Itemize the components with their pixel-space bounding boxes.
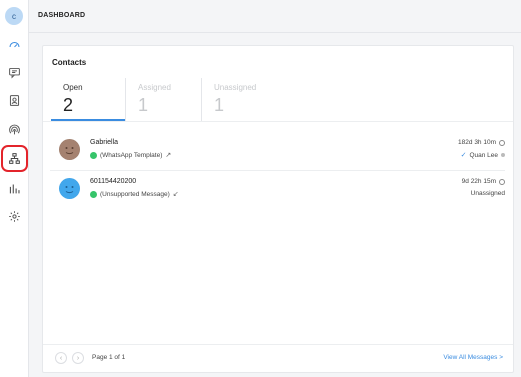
pagination-footer: ‹ › Page 1 of 1 View All Messages > — [43, 344, 513, 372]
prev-page-button[interactable]: ‹ — [55, 352, 67, 364]
user-avatar[interactable]: c — [5, 7, 23, 25]
speedometer-icon[interactable] — [5, 35, 23, 53]
page-title: DASHBOARD — [38, 12, 86, 19]
clock-icon — [499, 178, 505, 185]
row-divider — [50, 170, 505, 171]
contact-assignee: Unassigned — [471, 190, 505, 197]
top-bar: DASHBOARD — [29, 0, 521, 33]
outgoing-arrow-icon: ↗ — [165, 152, 172, 159]
broadcast-icon[interactable] — [5, 120, 23, 138]
contact-row[interactable]: Gabriella (WhatsApp Template) ↗ 182d 3h … — [50, 134, 505, 170]
assignee-text: Quan Lee — [469, 151, 498, 159]
message-text: (Unsupported Message) — [100, 190, 170, 198]
contact-last-message: (Unsupported Message) ↙ — [90, 190, 179, 198]
tab-open-label: Open — [63, 83, 83, 92]
bar-chart-icon[interactable] — [5, 179, 23, 197]
contact-avatar — [59, 139, 80, 160]
tab-assigned[interactable]: Assigned 1 — [126, 78, 201, 121]
whatsapp-icon — [90, 190, 97, 198]
assignee-text: Unassigned — [470, 190, 505, 197]
view-all-messages-link[interactable]: View All Messages > — [443, 354, 503, 361]
contact-assignee: ✓ Quan Lee — [461, 151, 505, 159]
contact-avatar — [59, 178, 80, 199]
sidebar: c — [0, 0, 29, 377]
status-dot-icon — [501, 153, 505, 157]
message-text: (WhatsApp Template) — [100, 151, 163, 159]
workflow-icon[interactable] — [5, 149, 23, 167]
tab-unassigned-count: 1 — [214, 95, 225, 115]
contact-card-icon[interactable] — [5, 91, 23, 109]
whatsapp-icon — [90, 151, 97, 159]
tab-open-count: 2 — [63, 95, 74, 115]
contact-row[interactable]: 601154420200 (Unsupported Message) ↙ 9d … — [50, 173, 505, 209]
tab-assigned-count: 1 — [138, 95, 149, 115]
contact-name: 601154420200 — [90, 178, 137, 185]
time-text: 9d 22h 15m — [461, 178, 496, 185]
tab-open[interactable]: Open 2 — [43, 78, 125, 121]
contact-name: Gabriella — [90, 139, 119, 146]
contact-time: 182d 3h 10m — [458, 139, 505, 146]
tab-assigned-label: Assigned — [138, 83, 171, 92]
gear-icon[interactable] — [5, 207, 23, 225]
next-page-button[interactable]: › — [72, 352, 84, 364]
incoming-arrow-icon: ↙ — [172, 191, 179, 198]
clock-icon — [499, 139, 505, 146]
page-indicator: Page 1 of 1 — [92, 354, 126, 361]
contacts-card: Contacts Open 2 Assigned 1 Unassigned 1 … — [42, 45, 514, 373]
tabs-border — [43, 121, 513, 122]
time-text: 182d 3h 10m — [458, 139, 496, 146]
contact-last-message: (WhatsApp Template) ↗ — [90, 151, 171, 159]
contact-time: 9d 22h 15m — [462, 178, 505, 185]
chat-icon[interactable] — [5, 63, 23, 81]
tab-unassigned[interactable]: Unassigned 1 — [202, 78, 282, 121]
check-icon: ✓ — [460, 152, 467, 159]
tab-unassigned-label: Unassigned — [214, 83, 257, 92]
card-title: Contacts — [52, 58, 87, 67]
